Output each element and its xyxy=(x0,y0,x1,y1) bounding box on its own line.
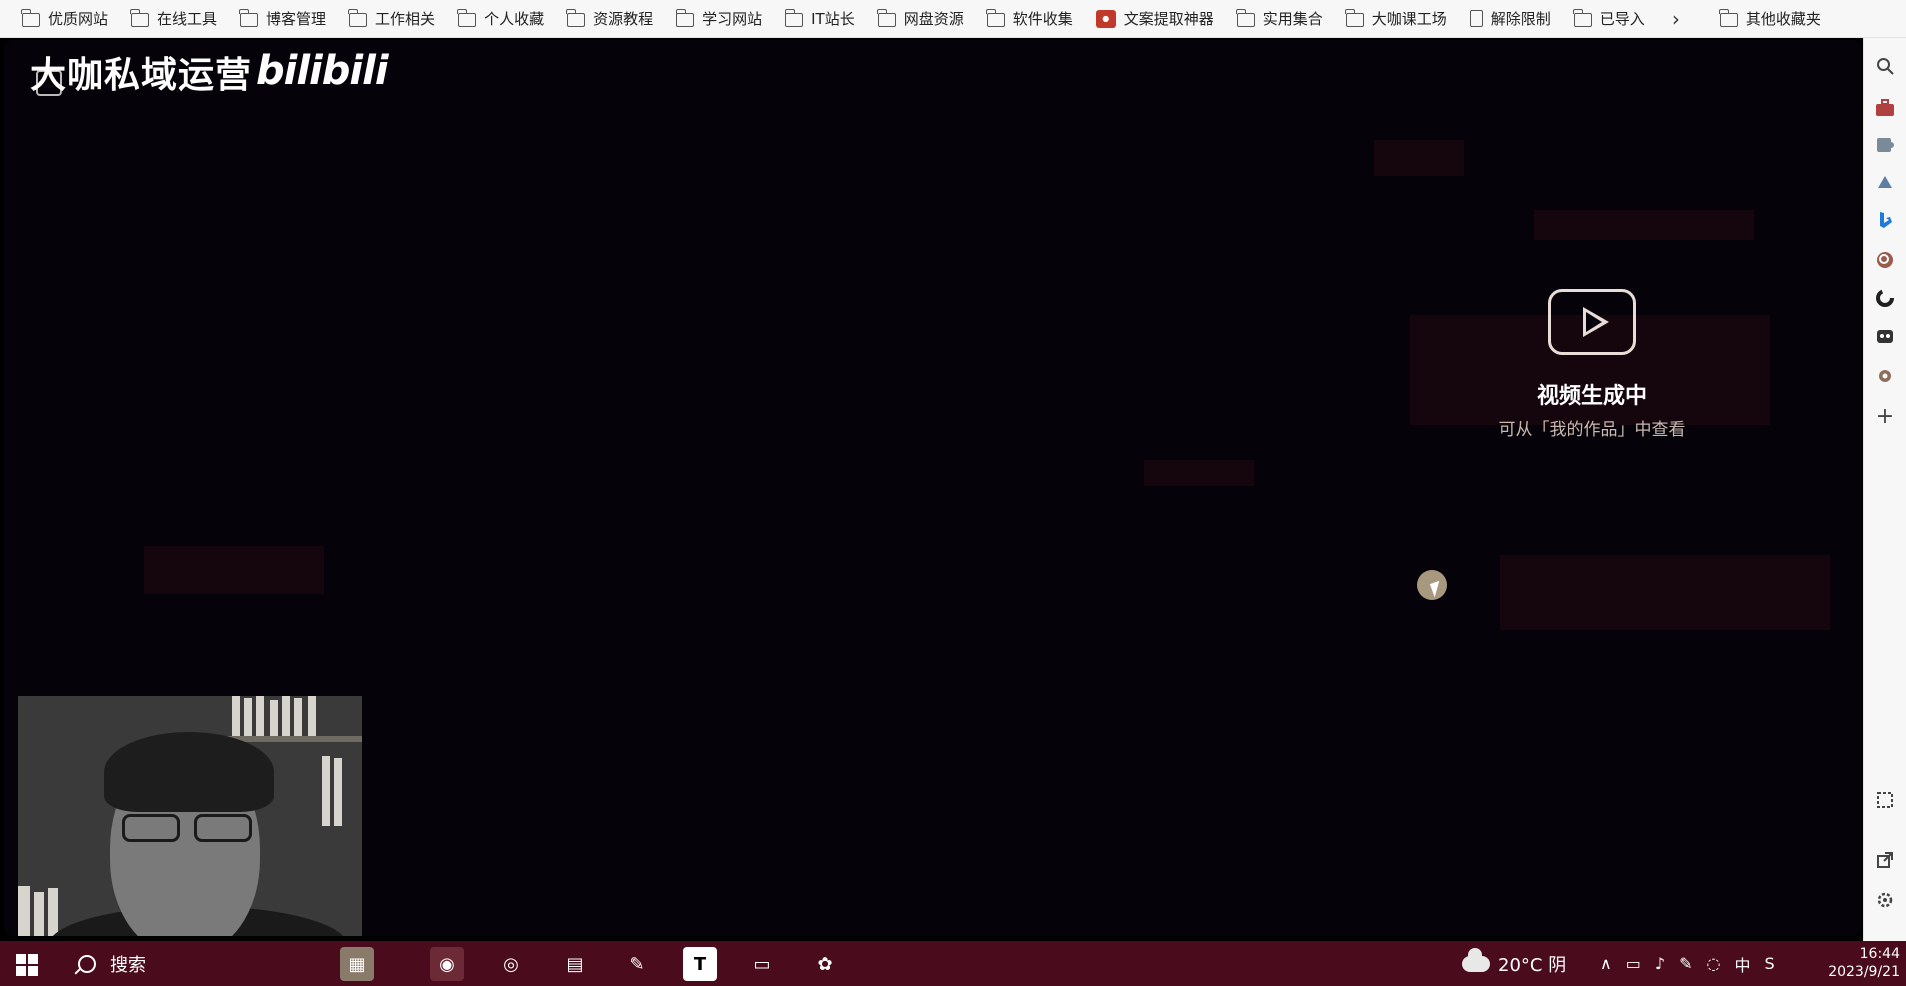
ghost-panel xyxy=(1534,210,1754,240)
bookmark-folder[interactable]: 网盘资源 xyxy=(870,4,972,34)
briefcase-icon[interactable] xyxy=(1875,98,1895,118)
status-title: 视频生成中 xyxy=(1536,384,1647,409)
ghost-panel xyxy=(1374,140,1464,176)
taskbar-app-image-icon[interactable]: ▦ xyxy=(340,947,374,981)
bookmark-folder[interactable]: 实用集合 xyxy=(1229,4,1331,34)
search-circle-icon[interactable] xyxy=(1875,250,1895,270)
volume-icon[interactable]: ♪ xyxy=(1655,954,1665,973)
webcam-overlay xyxy=(18,696,362,936)
gear-icon[interactable] xyxy=(1875,890,1895,910)
brand-title: 大咖私域运营 xyxy=(30,55,253,96)
bookmarks-bar: 优质网站 在线工具 博客管理 工作相关 个人收藏 资源教程 学习网站 IT站长 … xyxy=(0,0,1906,38)
screenshot-icon[interactable] xyxy=(1875,790,1895,810)
folder-icon xyxy=(986,8,1005,27)
bookmark-other-folder[interactable]: 其他收藏夹 xyxy=(1712,4,1829,34)
taskbar-app-folder-icon[interactable]: ▭ xyxy=(745,947,779,981)
games-icon[interactable] xyxy=(1875,326,1895,346)
search-icon xyxy=(78,954,96,973)
folder-icon xyxy=(239,8,259,27)
chess-icon[interactable] xyxy=(1875,172,1895,192)
search-icon[interactable] xyxy=(1875,56,1895,76)
folder-icon xyxy=(21,8,40,27)
folder-icon xyxy=(348,8,368,27)
chevron-right-icon[interactable]: › xyxy=(1660,7,1692,31)
taskbar-search[interactable]: 搜索 xyxy=(60,941,330,986)
folder-icon xyxy=(130,8,150,27)
ghost-panel xyxy=(144,546,324,594)
app-tray-icon[interactable]: S xyxy=(1764,954,1774,973)
bookmark-folder[interactable]: 个人收藏 xyxy=(450,4,552,34)
video-stage: 大咖私域运营 bilibili 视频生成中 可从「我的作品」中查看 xyxy=(4,40,1862,936)
office-icon[interactable] xyxy=(1875,288,1895,308)
folder-icon xyxy=(877,8,896,27)
bookmark-folder[interactable]: 已导入 xyxy=(1566,4,1653,34)
bookmark-link[interactable]: ● 文案提取神器 xyxy=(1088,4,1222,34)
folder-icon xyxy=(1719,8,1738,27)
taskbar-app-typora-icon[interactable]: T xyxy=(683,947,717,981)
wifi-icon[interactable]: ◌ xyxy=(1706,954,1720,973)
bookmark-folder[interactable]: 优质网站 xyxy=(14,4,116,34)
weather-widget[interactable]: 20°C 阴 xyxy=(1462,941,1566,986)
taskbar-app-record-icon[interactable]: ◎ xyxy=(494,947,528,981)
folder-icon xyxy=(1345,8,1364,27)
folder-icon xyxy=(1236,8,1255,27)
video-play-icon xyxy=(1548,289,1636,355)
taskbar: 搜索 ▦ ◉ ◎ ▤ ✎ T ▭ ✿ 20°C 阴 ∧ ▭ ♪ ✎ ◌ 中 S … xyxy=(0,941,1906,986)
ghost-panel xyxy=(1144,460,1254,486)
folder-icon xyxy=(675,8,695,27)
taskbar-app-browser-icon[interactable]: ◉ xyxy=(430,947,464,981)
puzzle-icon[interactable] xyxy=(1875,134,1895,154)
folder-icon xyxy=(457,8,477,27)
ime-indicator[interactable]: 中 xyxy=(1734,952,1750,976)
pen-icon[interactable]: ✎ xyxy=(1679,954,1692,973)
windows-start-icon[interactable] xyxy=(16,954,38,976)
ghost-panel xyxy=(1500,555,1830,630)
bilibili-logo: bilibili xyxy=(256,48,389,94)
bookmark-folder[interactable]: 资源教程 xyxy=(559,4,661,34)
bookmark-folder[interactable]: 博客管理 xyxy=(232,4,334,34)
bookmark-folder[interactable]: 在线工具 xyxy=(123,4,225,34)
bookmark-folder[interactable]: 工作相关 xyxy=(341,4,443,34)
taskbar-clock[interactable]: 16:44 2023/9/21 xyxy=(1810,945,1900,981)
bookmark-folder[interactable]: IT站长 xyxy=(777,4,863,34)
folder-icon xyxy=(566,8,586,27)
network-icon[interactable]: ▭ xyxy=(1626,954,1641,973)
bookmark-folder[interactable]: 软件收集 xyxy=(979,4,1081,34)
taskbar-app-notes-icon[interactable]: ▤ xyxy=(558,947,592,981)
document-icon xyxy=(1469,10,1483,27)
chevron-up-icon[interactable]: ∧ xyxy=(1600,954,1612,973)
app-icon: ● xyxy=(1095,9,1116,28)
bing-icon[interactable] xyxy=(1875,210,1895,230)
system-tray: ∧ ▭ ♪ ✎ ◌ 中 S xyxy=(1600,941,1775,986)
bookmark-link[interactable]: 解除限制 xyxy=(1462,4,1559,34)
folder-icon xyxy=(1573,8,1592,27)
open-external-icon[interactable] xyxy=(1875,850,1895,870)
bookmark-folder[interactable]: 学习网站 xyxy=(668,4,770,34)
status-subtitle: 可从「我的作品」中查看 xyxy=(1498,420,1686,440)
glasses xyxy=(122,814,272,844)
browser-sidebar: + xyxy=(1863,38,1906,941)
cloud-icon xyxy=(1462,947,1490,972)
add-icon[interactable]: + xyxy=(1875,404,1895,429)
taskbar-app-flower-icon[interactable]: ✿ xyxy=(808,947,842,981)
settings-gear-icon[interactable] xyxy=(1875,366,1895,386)
folder-icon xyxy=(784,8,804,27)
taskbar-app-editor-icon[interactable]: ✎ xyxy=(620,947,654,981)
bookmark-folder[interactable]: 大咖课工场 xyxy=(1338,4,1455,34)
